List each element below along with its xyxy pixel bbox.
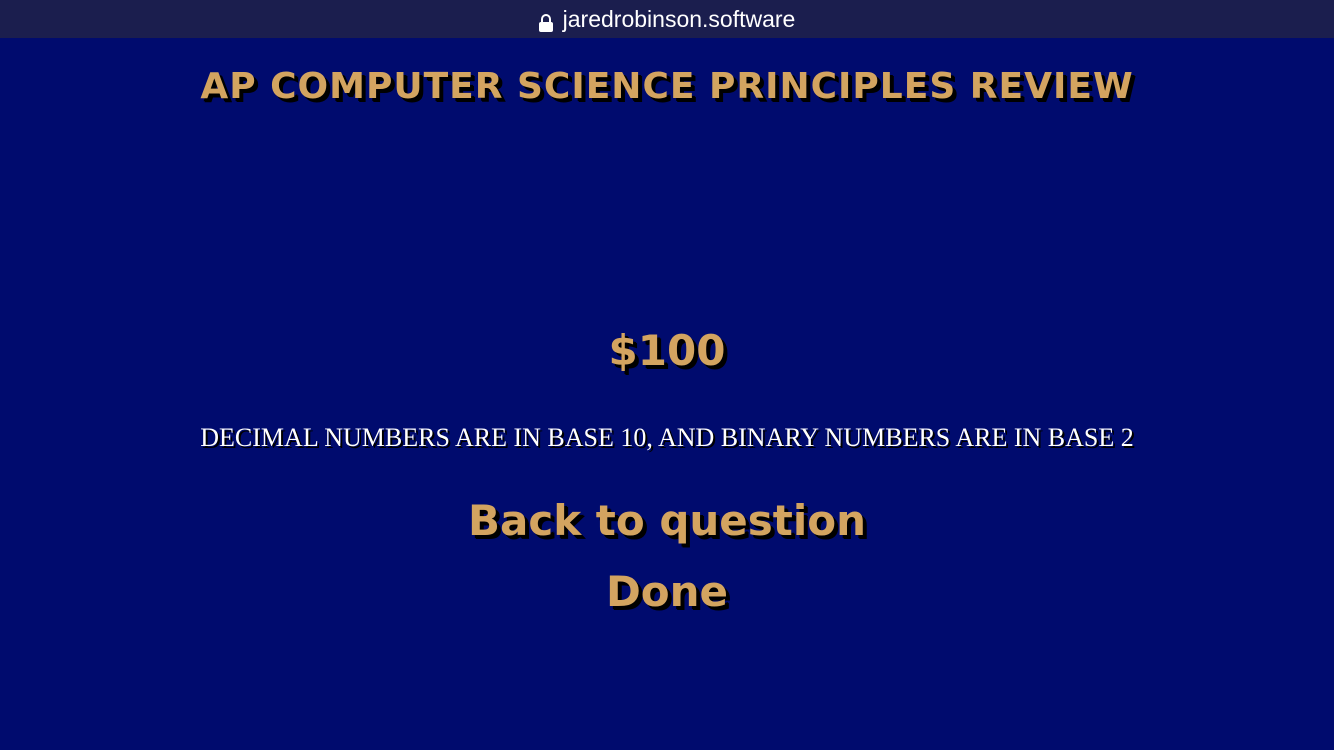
done-link[interactable]: Done bbox=[0, 567, 1334, 616]
lock-icon bbox=[538, 11, 553, 32]
page-content: AP COMPUTER SCIENCE PRINCIPLES REVIEW $1… bbox=[0, 38, 1334, 750]
back-to-question-link[interactable]: Back to question bbox=[0, 496, 1334, 545]
browser-url-bar[interactable]: jaredrobinson.software bbox=[0, 0, 1334, 38]
page-title: AP COMPUTER SCIENCE PRINCIPLES REVIEW bbox=[200, 66, 1134, 107]
question-value: $100 bbox=[608, 326, 726, 375]
answer-text: DECIMAL NUMBERS ARE IN BASE 10, AND BINA… bbox=[200, 423, 1134, 452]
url-text[interactable]: jaredrobinson.software bbox=[563, 6, 796, 33]
